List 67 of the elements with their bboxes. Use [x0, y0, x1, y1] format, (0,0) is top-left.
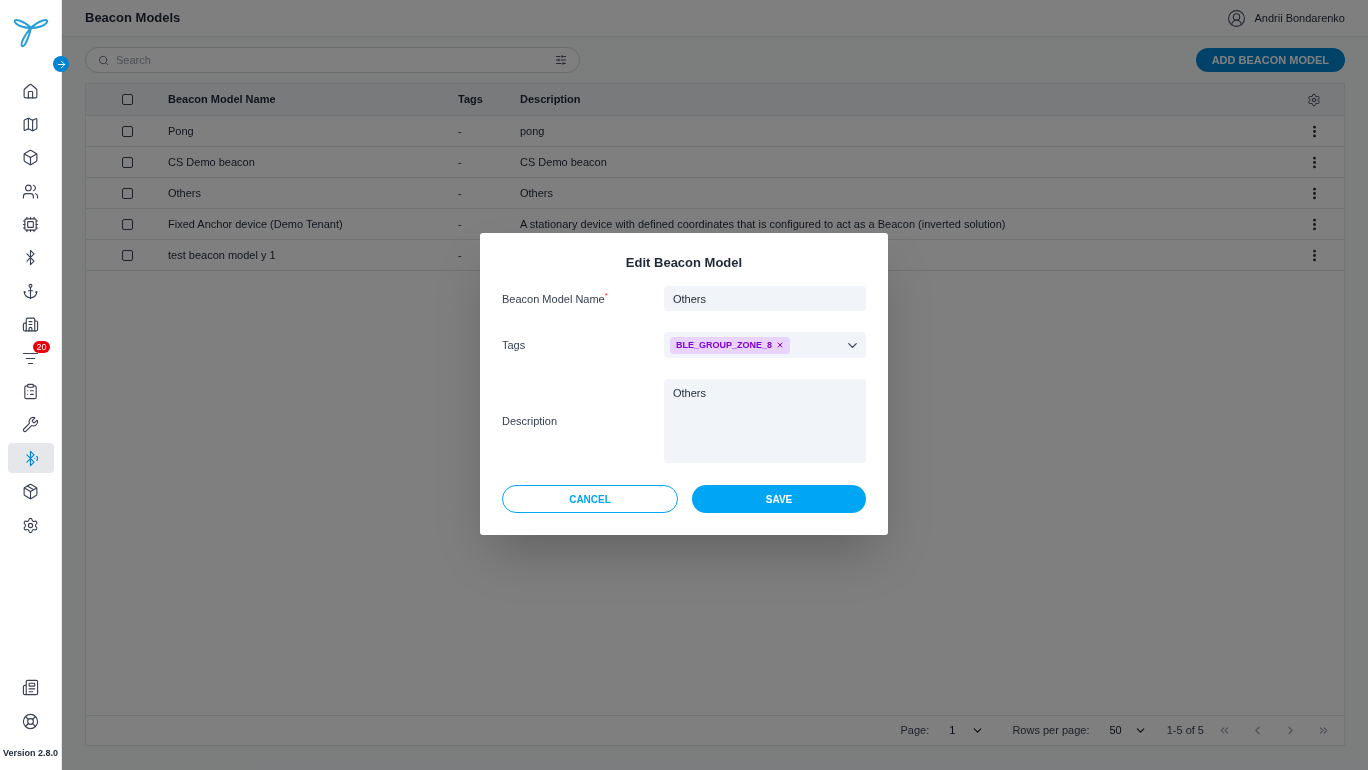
- table-cell: -: [458, 186, 462, 199]
- page-label: Page:: [900, 723, 930, 739]
- name-field[interactable]: Others: [664, 286, 866, 312]
- table-cell: Others: [520, 186, 553, 199]
- package-icon: [22, 483, 39, 501]
- filter-icon[interactable]: [555, 54, 567, 66]
- table-cell: Pong: [168, 124, 194, 137]
- notification-badge: 20: [33, 341, 50, 354]
- column-header[interactable]: Description: [520, 93, 581, 106]
- page-select[interactable]: 1: [943, 722, 991, 739]
- user-avatar-icon: [1227, 8, 1247, 28]
- table-cell: -: [458, 248, 462, 261]
- settings-icon: [22, 516, 39, 534]
- table-row[interactable]: Pong - pong: [86, 116, 1344, 147]
- table-row[interactable]: CS Demo beacon - CS Demo beacon: [86, 147, 1344, 178]
- settings-icon[interactable]: [1307, 92, 1321, 107]
- table-cell: A stationary device with defined coordinates that is configured to act as a Beacon (inverted solution): [520, 217, 1006, 230]
- description-field[interactable]: Others: [664, 379, 866, 464]
- page-title: Beacon Models: [85, 9, 181, 28]
- save-button[interactable]: SAVE: [692, 485, 866, 514]
- home-icon: [22, 82, 39, 100]
- expand-button[interactable]: [53, 56, 69, 72]
- chip-icon: [22, 216, 39, 234]
- lifebuoy-icon: [22, 713, 39, 730]
- add-beacon-model-button[interactable]: ADD BEACON MODEL: [1195, 48, 1345, 72]
- users-icon: [22, 182, 39, 200]
- range-text: 1-5 of 5: [1166, 723, 1204, 739]
- table-cell: CS Demo beacon: [520, 155, 607, 168]
- clipboard-icon: [22, 383, 39, 400]
- table-cell: pong: [520, 124, 545, 137]
- news-icon: [22, 679, 39, 696]
- table-cell: CS Demo beacon: [168, 155, 255, 168]
- wrench-icon: [22, 416, 39, 434]
- table-cell: -: [458, 124, 462, 137]
- arrow-right-icon: [55, 58, 67, 70]
- version-text: Version 2.8.0: [2, 746, 58, 760]
- dialog-title: Edit Beacon Model: [625, 253, 743, 272]
- user-name: Andrii Bondarenko: [1254, 10, 1345, 26]
- table-row[interactable]: Others - Others: [86, 178, 1344, 209]
- column-header[interactable]: Beacon Model Name: [168, 93, 276, 106]
- field-label: Tags: [502, 338, 526, 353]
- checkbox[interactable]: [121, 218, 133, 230]
- checkbox[interactable]: [121, 156, 133, 168]
- remove-icon[interactable]: [776, 341, 785, 350]
- checkbox[interactable]: [121, 94, 133, 105]
- table-cell: -: [458, 155, 462, 168]
- anchor-icon: [22, 282, 39, 300]
- table-cell: -: [458, 217, 462, 230]
- field-label: Description: [502, 414, 558, 429]
- rows-per-page-select[interactable]: 50: [1103, 722, 1153, 739]
- cube-icon: [22, 149, 39, 167]
- table-cell: test beacon model y 1: [168, 248, 276, 261]
- sidebar-item[interactable]: 20: [7, 343, 54, 374]
- tag-chip: BLE_GROUP_ZONE_8: [670, 336, 791, 354]
- map-icon: [22, 115, 39, 133]
- field-label: Beacon Model Name$^{*}$: [502, 290, 608, 307]
- tags-select[interactable]: BLE_GROUP_ZONE_8: [664, 332, 866, 359]
- rows-per-page-label: Rows per page:: [1012, 723, 1090, 739]
- checkbox[interactable]: [121, 125, 133, 137]
- checkbox[interactable]: [121, 249, 133, 261]
- building-icon: [22, 316, 39, 334]
- column-header[interactable]: Tags: [458, 93, 483, 106]
- search-icon: [98, 54, 109, 66]
- table-cell: Fixed Anchor device (Demo Tenant): [168, 217, 343, 230]
- cancel-button[interactable]: CANCEL: [502, 485, 678, 514]
- table-cell: Others: [168, 186, 201, 199]
- checkbox[interactable]: [121, 187, 133, 199]
